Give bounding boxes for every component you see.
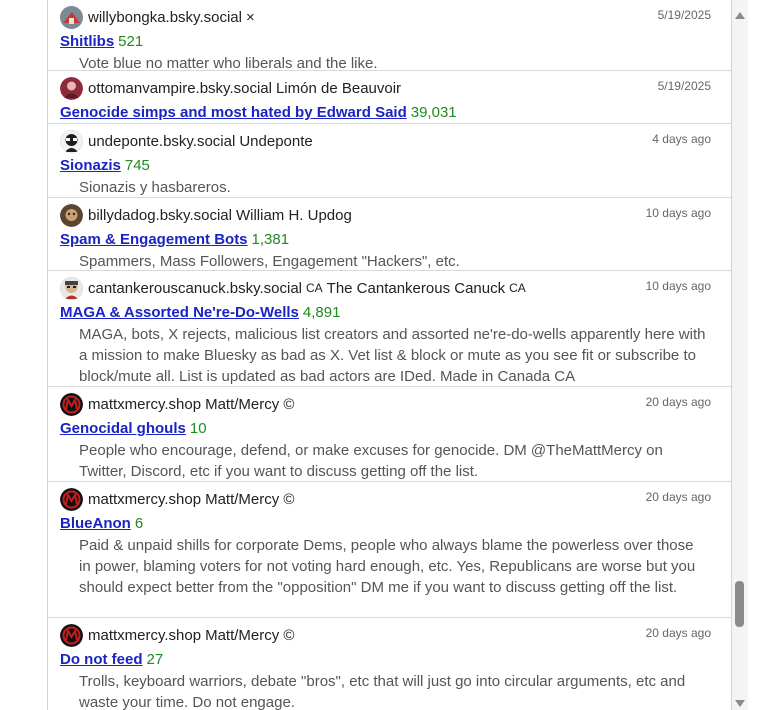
list-date: 20 days ago <box>645 490 711 504</box>
owner-display-name: Matt/Mercy © <box>205 395 295 413</box>
owner-display-name: Matt/Mercy © <box>205 626 295 644</box>
avatar[interactable] <box>60 392 83 416</box>
list-date: 5/19/2025 <box>657 8 711 22</box>
list-title-link[interactable]: Genocidal ghouls <box>60 420 186 437</box>
owner-display-name: William H. Updog <box>235 206 352 224</box>
avatar[interactable] <box>60 129 83 153</box>
list-title-line: Do not feed 27 <box>60 650 719 670</box>
moderation-list-panel: willybongka.bsky.social × 5/19/2025 Shit… <box>47 0 732 710</box>
owner-display-name: The Cantankerous Canuck <box>326 279 506 297</box>
owner-handle[interactable]: undeponte.bsky.social <box>88 133 235 150</box>
list-item: billydadog.bsky.social William H. Updog … <box>48 198 731 271</box>
list-owner: cantankerouscanuck.bsky.social CA The Ca… <box>60 276 719 300</box>
list-title-line: Genocide simps and most hated by Edward … <box>60 103 719 123</box>
list-item: undeponte.bsky.social Undeponte 4 days a… <box>48 124 731 198</box>
avatar[interactable] <box>60 487 83 511</box>
list-title-link[interactable]: Spam & Engagement Bots <box>60 231 248 248</box>
canada-flag-icon: CA <box>509 281 526 295</box>
owner-display-name: Limón de Beauvoir <box>275 79 402 97</box>
owner-handle[interactable]: ottomanvampire.bsky.social <box>88 80 272 97</box>
list-description: People who encourage, defend, or make ex… <box>79 442 663 480</box>
list-item: mattxmercy.shop Matt/Mercy © 20 days ago… <box>48 387 731 482</box>
list-owner: undeponte.bsky.social Undeponte <box>60 129 719 153</box>
list-date: 20 days ago <box>645 626 711 640</box>
list-item: mattxmercy.shop Matt/Mercy © 20 days ago… <box>48 482 731 618</box>
list-item: mattxmercy.shop Matt/Mercy © 20 days ago… <box>48 618 731 710</box>
list-title-link[interactable]: Shitlibs <box>60 33 114 50</box>
owner-display-name: Undeponte <box>239 132 313 150</box>
list-date: 4 days ago <box>652 132 711 146</box>
list-title-line: MAGA & Assorted Ne're-Do-Wells 4,891 <box>60 303 719 323</box>
list-item: willybongka.bsky.social × 5/19/2025 Shit… <box>48 0 731 72</box>
avatar[interactable] <box>60 276 83 300</box>
list-title-link[interactable]: MAGA & Assorted Ne're-Do-Wells <box>60 304 299 321</box>
owner-handle[interactable]: mattxmercy.shop <box>88 491 201 508</box>
member-count: 27 <box>146 651 164 668</box>
avatar[interactable] <box>60 76 83 100</box>
list-date: 10 days ago <box>645 279 711 293</box>
list-title-link[interactable]: Sionazis <box>60 157 121 174</box>
list-title-line: Genocidal ghouls 10 <box>60 419 719 439</box>
member-count: 6 <box>134 515 144 532</box>
list-date: 10 days ago <box>645 206 711 220</box>
list-owner: billydadog.bsky.social William H. Updog <box>60 203 719 227</box>
member-count: 745 <box>124 157 150 174</box>
list-title-link[interactable]: BlueAnon <box>60 515 131 532</box>
list-title-link[interactable]: Do not feed <box>60 651 143 668</box>
list-date: 5/19/2025 <box>657 79 711 93</box>
list-date: 20 days ago <box>645 395 711 409</box>
member-count: 1,381 <box>251 231 290 248</box>
list-title-line: Shitlibs 521 <box>60 32 719 52</box>
list-owner: mattxmercy.shop Matt/Mercy © <box>60 392 719 416</box>
list-title-line: BlueAnon 6 <box>60 514 719 534</box>
list-description: Paid & unpaid shills for corporate Dems,… <box>79 537 696 596</box>
owner-handle[interactable]: cantankerouscanuck.bsky.social <box>88 280 302 297</box>
list-owner: mattxmercy.shop Matt/Mercy © <box>60 487 719 511</box>
member-count: 10 <box>189 420 207 437</box>
list-item: cantankerouscanuck.bsky.social CA The Ca… <box>48 271 731 387</box>
list-title-link[interactable]: Genocide simps and most hated by Edward … <box>60 104 407 121</box>
list-owner: mattxmercy.shop Matt/Mercy © <box>60 623 719 647</box>
owner-handle[interactable]: billydadog.bsky.social <box>88 207 232 224</box>
vertical-scrollbar[interactable] <box>732 0 748 710</box>
canada-flag-icon: CA <box>306 281 323 295</box>
avatar[interactable] <box>60 203 83 227</box>
scrollbar-thumb[interactable] <box>735 581 744 627</box>
member-count: 521 <box>118 33 144 50</box>
list-item: ottomanvampire.bsky.social Limón de Beau… <box>48 71 731 124</box>
avatar[interactable] <box>60 5 83 29</box>
list-title-line: Spam & Engagement Bots 1,381 <box>60 230 719 250</box>
scroll-up-arrow-icon[interactable] <box>735 12 745 19</box>
list-description: Trolls, keyboard warriors, debate "bros"… <box>79 673 686 710</box>
list-owner: ottomanvampire.bsky.social Limón de Beau… <box>60 76 719 100</box>
owner-display-name: Matt/Mercy © <box>205 490 295 508</box>
member-count: 39,031 <box>410 104 457 121</box>
owner-handle[interactable]: mattxmercy.shop <box>88 627 201 644</box>
avatar[interactable] <box>60 623 83 647</box>
owner-handle[interactable]: willybongka.bsky.social <box>88 9 242 26</box>
owner-display-name: × <box>245 8 255 26</box>
member-count: 4,891 <box>302 304 341 321</box>
list-title-line: Sionazis 745 <box>60 156 719 176</box>
list-owner: willybongka.bsky.social × <box>60 5 719 29</box>
scroll-down-arrow-icon[interactable] <box>735 700 745 707</box>
owner-handle[interactable]: mattxmercy.shop <box>88 396 201 413</box>
list-description: MAGA, bots, X rejects, malicious list cr… <box>79 326 706 385</box>
